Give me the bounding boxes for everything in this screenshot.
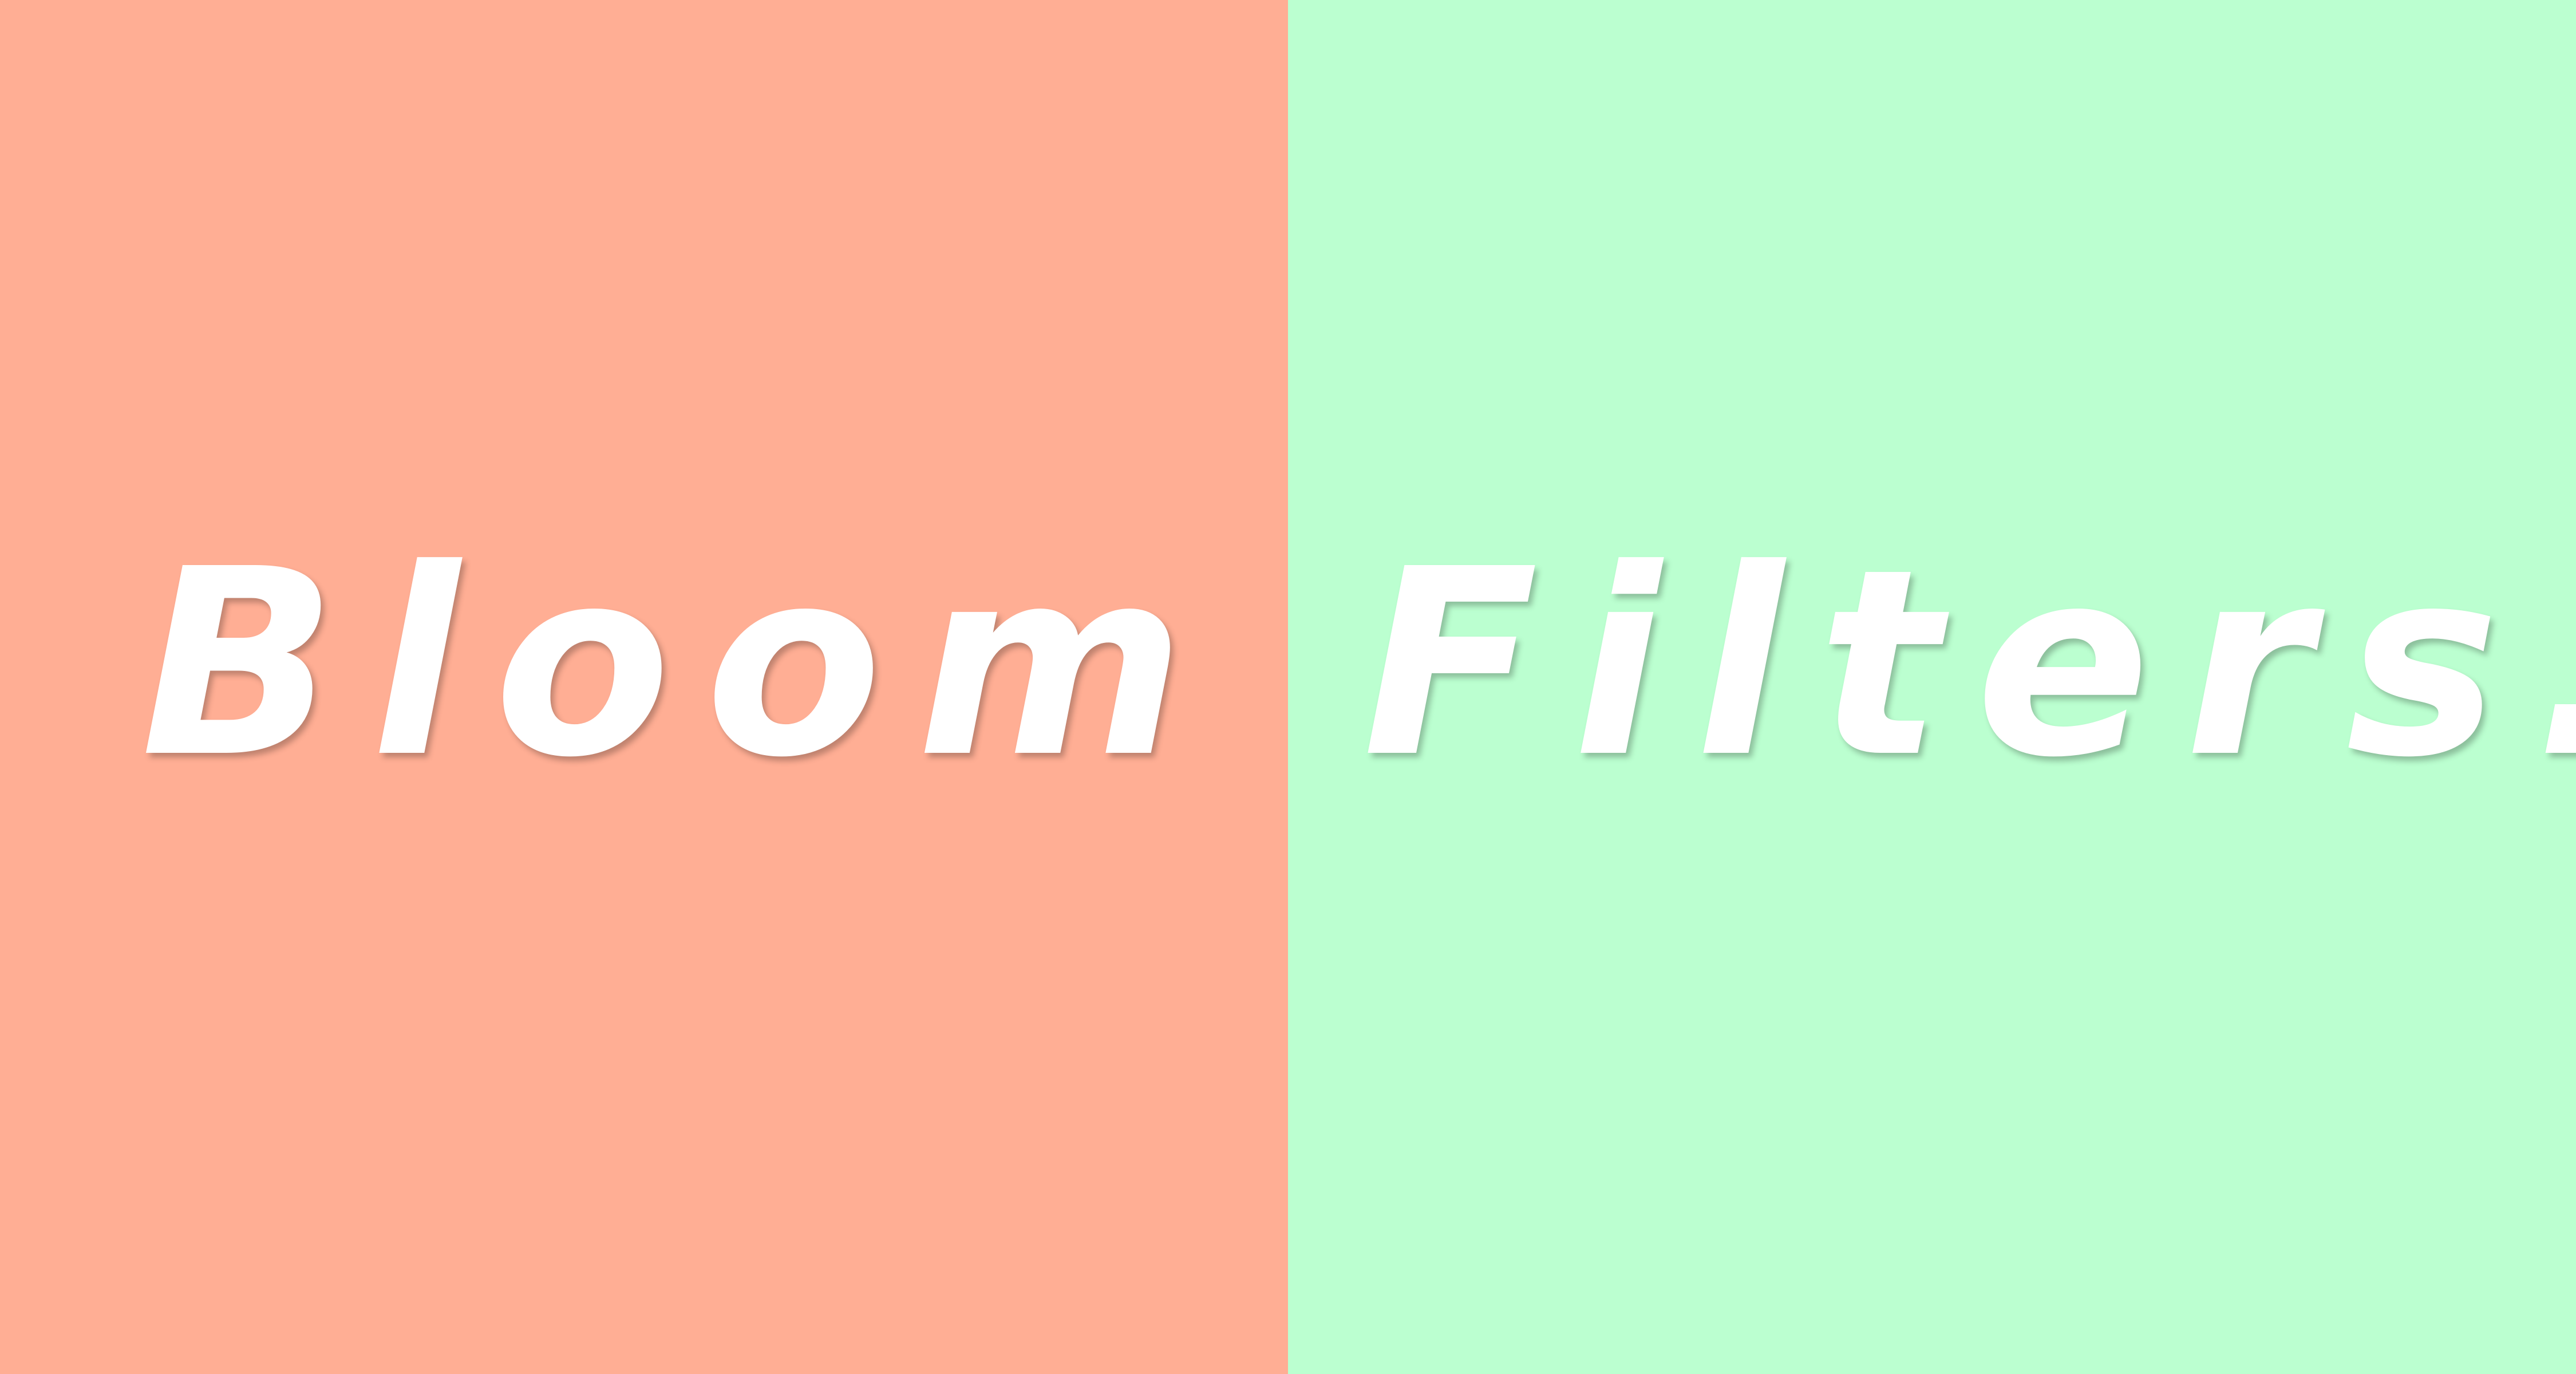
title-word-filters: Filters. xyxy=(1362,514,2576,814)
title-banner: Bloom Filters. xyxy=(0,0,2576,1374)
left-color-panel: Bloom xyxy=(0,0,1288,1374)
title-word-bloom: Bloom xyxy=(140,514,1219,814)
right-color-panel: Filters. xyxy=(1288,0,2576,1374)
